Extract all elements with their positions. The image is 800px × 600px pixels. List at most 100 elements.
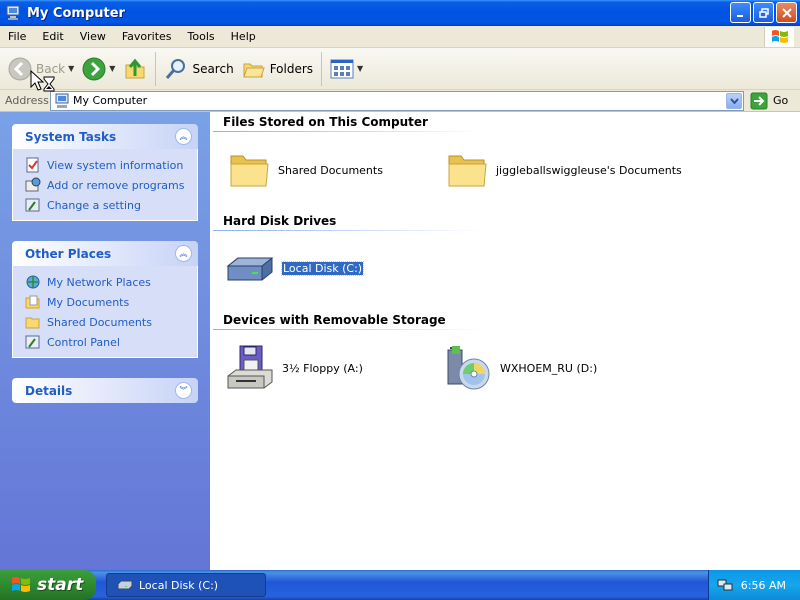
shared-folder-icon	[25, 317, 40, 329]
close-button[interactable]	[776, 2, 797, 23]
task-pane: System Tasks ︽ View system information A…	[0, 112, 210, 570]
system-info-icon	[26, 157, 39, 173]
place-control-panel[interactable]: Control Panel	[25, 332, 187, 352]
menu-file[interactable]: File	[0, 26, 34, 48]
minimize-button[interactable]	[730, 2, 751, 23]
task-add-remove-programs[interactable]: Add or remove programs	[25, 175, 187, 195]
title-bar[interactable]: My Computer	[0, 0, 800, 26]
my-documents-icon	[25, 295, 40, 309]
up-folder-icon	[125, 58, 145, 78]
menu-help[interactable]: Help	[223, 26, 264, 48]
window-title: My Computer	[27, 5, 125, 21]
address-bar: Address My Computer Go	[0, 90, 800, 112]
other-places-header[interactable]: Other Places ︽	[12, 241, 198, 266]
menu-favorites[interactable]: Favorites	[114, 26, 180, 48]
hard-disk-icon	[226, 257, 274, 281]
go-label: Go	[773, 94, 789, 107]
views-dropdown-icon[interactable]: ▼	[357, 64, 363, 73]
cd-drive-icon	[447, 346, 490, 390]
search-label: Search	[192, 61, 234, 76]
other-places-title: Other Places	[25, 246, 112, 261]
go-arrow-icon	[750, 92, 768, 109]
forward-dropdown-icon[interactable]: ▼	[109, 64, 115, 73]
group-header-files: Files Stored on This Computer	[223, 115, 428, 129]
taskbar-window-label: Local Disk (C:)	[139, 578, 219, 592]
place-my-network-places[interactable]: My Network Places	[25, 272, 187, 292]
windows-logo	[764, 27, 794, 47]
system-tray: 6:56 AM	[708, 570, 800, 600]
folder-icon	[230, 155, 269, 187]
busy-cursor-icon	[30, 70, 55, 92]
other-places-box: Other Places ︽ My Network Places My Docu…	[12, 241, 198, 358]
group-header-removable: Devices with Removable Storage	[223, 313, 446, 327]
views-icon	[330, 59, 354, 78]
my-computer-icon	[6, 5, 20, 20]
toolbar-separator	[321, 51, 323, 86]
windows-flag-icon	[12, 577, 30, 592]
forward-button[interactable]: ▼	[78, 51, 119, 87]
address-input[interactable]: My Computer	[50, 90, 744, 111]
chevron-down-icon	[729, 97, 739, 104]
taskbar: start Local Disk (C:) 6:56 AM	[0, 570, 800, 600]
back-arrow-icon	[8, 57, 32, 80]
system-tasks-box: System Tasks ︽ View system information A…	[12, 124, 198, 221]
item-floppy-a[interactable]: 3½ Floppy (A:)	[226, 344, 363, 392]
details-title: Details	[25, 383, 73, 398]
group-header-hard-disks: Hard Disk Drives	[223, 214, 337, 228]
address-label: Address	[5, 94, 49, 107]
search-icon	[166, 58, 186, 79]
address-dropdown-button[interactable]	[726, 92, 742, 109]
place-my-documents[interactable]: My Documents	[25, 292, 187, 312]
details-header[interactable]: Details ︾	[12, 378, 198, 403]
restore-button[interactable]	[753, 2, 774, 23]
folder-icon	[448, 155, 487, 187]
folders-label: Folders	[269, 61, 314, 76]
views-button[interactable]: ▼	[326, 51, 367, 87]
menu-edit[interactable]: Edit	[34, 26, 71, 48]
control-panel-icon	[25, 335, 40, 349]
place-shared-documents[interactable]: Shared Documents	[25, 312, 187, 332]
menu-bar: File Edit View Favorites Tools Help	[0, 26, 800, 48]
group-divider	[213, 131, 483, 132]
content-pane: Files Stored on This Computer Shared Doc…	[210, 112, 800, 570]
folders-icon	[242, 63, 265, 77]
expand-icon[interactable]: ︾	[175, 382, 192, 399]
add-remove-programs-icon	[25, 177, 41, 192]
address-value: My Computer	[73, 94, 148, 107]
menu-view[interactable]: View	[72, 26, 114, 48]
floppy-drive-icon	[227, 345, 273, 389]
windows-flag-icon	[771, 30, 788, 43]
back-dropdown-icon[interactable]: ▼	[68, 64, 74, 73]
folders-button[interactable]: Folders	[238, 51, 317, 87]
go-button[interactable]: Go	[750, 92, 788, 110]
clock[interactable]: 6:56 AM	[741, 579, 786, 592]
start-button[interactable]: start	[0, 570, 96, 600]
network-places-icon	[26, 275, 40, 289]
task-view-system-information[interactable]: View system information	[25, 155, 187, 175]
item-cd-drive-d[interactable]: WXHOEM_RU (D:)	[444, 344, 597, 392]
group-divider	[213, 329, 483, 330]
hard-disk-icon	[117, 580, 133, 590]
up-folder-button[interactable]	[119, 51, 151, 87]
minimize-icon	[736, 14, 743, 17]
system-tasks-header[interactable]: System Tasks ︽	[12, 124, 198, 149]
toolbar: Back ▼ ▼ Search Folders ▼	[0, 48, 800, 90]
close-icon	[781, 7, 792, 18]
details-box: Details ︾	[12, 378, 198, 403]
collapse-icon[interactable]: ︽	[175, 245, 192, 262]
taskbar-window-button[interactable]: Local Disk (C:)	[106, 573, 266, 597]
my-computer-icon	[55, 93, 69, 108]
search-button[interactable]: Search	[160, 51, 237, 87]
control-panel-icon	[25, 198, 40, 212]
start-label: start	[37, 575, 84, 595]
group-divider	[213, 230, 483, 231]
item-shared-documents[interactable]: Shared Documents	[228, 150, 383, 190]
item-local-disk-c[interactable]: Local Disk (C:)	[226, 250, 365, 286]
item-user-documents[interactable]: jiggleballswiggleuse's Documents	[446, 150, 682, 190]
task-change-setting[interactable]: Change a setting	[25, 195, 187, 215]
network-connection-icon[interactable]	[717, 577, 733, 593]
collapse-icon[interactable]: ︽	[175, 128, 192, 145]
menu-tools[interactable]: Tools	[180, 26, 223, 48]
system-tasks-title: System Tasks	[25, 129, 117, 144]
toolbar-separator	[155, 51, 157, 86]
